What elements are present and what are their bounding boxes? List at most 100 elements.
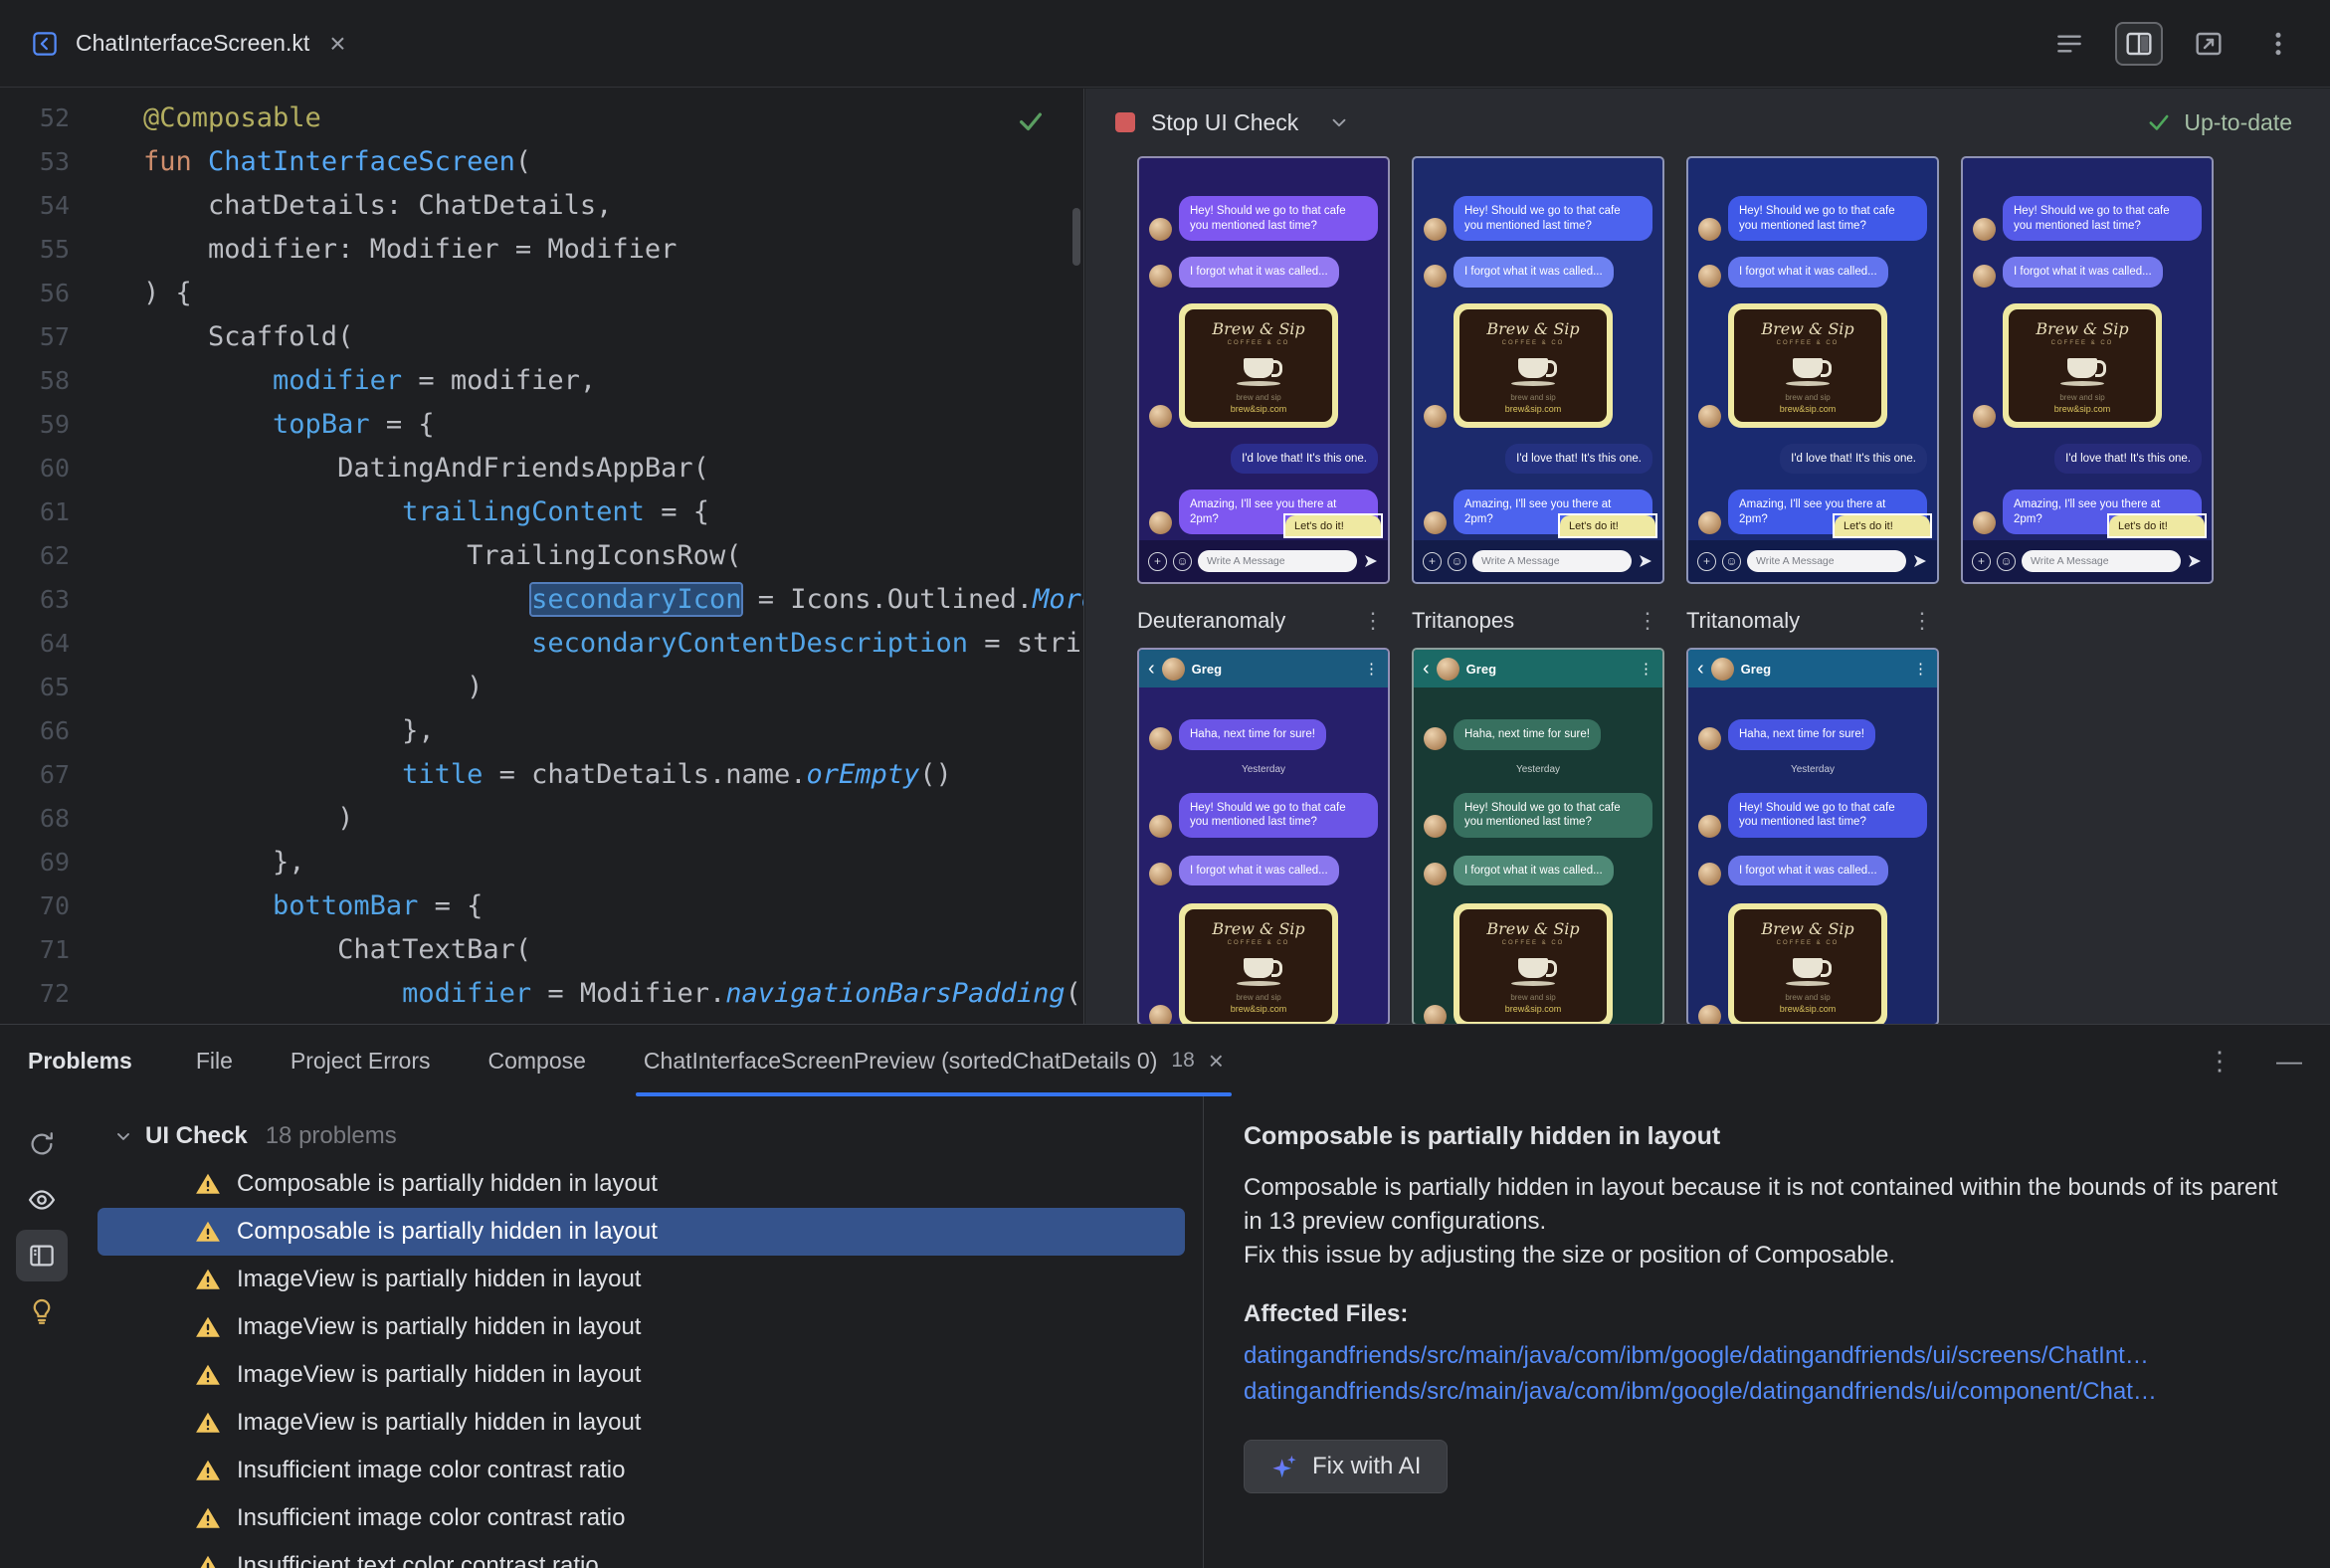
preview-phone[interactable]: ‹ Greg ⋮ Haha, next time for sure! Yesterday… [1686,648,1939,1024]
inspection-ok-icon[interactable] [1016,106,1046,141]
avatar [1436,657,1459,681]
editor-scrollbar[interactable] [1072,208,1080,266]
message-row: Brew & Sip COFFEE & CO brew and sip brew&si… [1698,302,1927,428]
phone-menu-icon[interactable]: ⋮ [1913,660,1928,678]
send-icon[interactable] [1912,553,1928,569]
preview-phone[interactable]: Hey! Should we go to that cafe you menti… [1961,156,2214,584]
message-input[interactable]: Write A Message [1472,550,1632,572]
affected-file-link[interactable]: datingandfriends/src/main/java/com/ibm/g… [1244,1374,2290,1410]
message-input[interactable]: Write A Message [1198,550,1357,572]
phone-menu-icon[interactable]: ⋮ [1639,660,1653,678]
card-link[interactable]: brew&sip.com [1231,1004,1287,1014]
card-link[interactable]: brew&sip.com [2054,404,2111,414]
code-token: Scaffold( [143,321,354,352]
editor-tab[interactable]: ChatInterfaceScreen.kt × [0,0,376,87]
refresh-icon[interactable] [16,1118,68,1170]
problem-item[interactable]: Insufficient text color contrast ratio [97,1542,1185,1568]
problems-tab[interactable]: File [196,1025,233,1096]
show-details-panel-icon[interactable] [16,1230,68,1281]
brand-tagline: COFFEE & CO [1501,940,1565,946]
preview-phone[interactable]: ‹ Greg ⋮ Haha, next time for sure! Yesterday… [1412,648,1664,1024]
code-token: navigationBarsPadding [725,978,1066,1009]
problems-tab[interactable]: ChatInterfaceScreenPreview (sortedChatDe… [635,1025,1232,1096]
code-text: }, [70,841,305,884]
send-icon[interactable] [2187,553,2203,569]
chat-bubble: Haha, next time for sure! [1454,719,1601,750]
problem-group-header[interactable]: UI Check 18 problems [84,1112,1203,1160]
problem-item[interactable]: Insufficient image color contrast ratio [97,1447,1185,1494]
problems-tab[interactable]: Compose [487,1025,585,1096]
message-row: I'd love that! It's this one. [1973,443,2202,474]
card-link[interactable]: brew&sip.com [1780,1004,1837,1014]
emoji-icon[interactable]: ☺ [1997,551,2016,571]
attach-icon[interactable]: + [1423,551,1442,571]
problem-item[interactable]: Composable is partially hidden in layout [97,1208,1185,1256]
code-editor[interactable]: 52 @Composable 53 fun ChatInterfaceScreen(5… [0,89,1084,1024]
problem-item[interactable]: ImageView is partially hidden in layout [97,1351,1185,1399]
line-number: 54 [39,191,70,220]
preview-phone[interactable]: Hey! Should we go to that cafe you menti… [1412,156,1664,584]
back-icon[interactable]: ‹ [1697,659,1704,679]
avatar [1424,218,1447,241]
code-text: ) [70,797,353,841]
message-input[interactable]: Write A Message [2022,550,2181,572]
emoji-icon[interactable]: ☺ [1722,551,1741,571]
problem-item[interactable]: ImageView is partially hidden in layout [97,1303,1185,1351]
stop-ui-check-button[interactable]: Stop UI Check [1151,109,1298,136]
problem-item[interactable]: ImageView is partially hidden in layout [97,1256,1185,1303]
emoji-icon[interactable]: ☺ [1173,551,1192,571]
preview-problems-icon[interactable] [16,1174,68,1226]
phone-menu-icon[interactable]: ⋮ [1364,660,1379,678]
toolwindow-title[interactable]: Problems [28,1048,132,1075]
affected-file-link[interactable]: datingandfriends/src/main/java/com/ibm/g… [1244,1338,2290,1374]
attach-icon[interactable]: + [1972,551,1991,571]
tab-label: File [195,1047,233,1074]
card-caption: brew and sip [1510,392,1556,402]
stop-icon[interactable] [1115,112,1135,132]
send-icon[interactable] [1363,553,1379,569]
attach-icon[interactable]: + [1697,551,1716,571]
card-link[interactable]: brew&sip.com [1505,404,1562,414]
variant-menu-icon[interactable]: ⋮ [1362,608,1390,634]
back-icon[interactable]: ‹ [1423,659,1430,679]
minimize-icon[interactable]: — [2276,1046,2302,1077]
message-row: Brew & Sip COFFEE & CO brew and sip brew&si… [1424,302,1652,428]
variant-menu-icon[interactable]: ⋮ [1637,608,1664,634]
variant-menu-icon[interactable]: ⋮ [1911,608,1939,634]
card-link[interactable]: brew&sip.com [1505,1004,1562,1014]
chevron-down-icon[interactable] [1328,111,1350,133]
problem-item[interactable]: Composable is partially hidden in layout [97,1160,1185,1208]
quick-fix-bulb-icon[interactable] [16,1285,68,1337]
problem-item[interactable]: Insufficient image color contrast ratio [97,1494,1185,1542]
split-editor-icon[interactable] [2115,21,2163,66]
message-row: Brew & Sip COFFEE & CO brew and sip brew&si… [1973,302,2202,428]
editor-preview-layout-icon[interactable] [2185,22,2233,66]
more-options-icon[interactable] [2254,22,2302,66]
emoji-icon[interactable]: ☺ [1448,551,1466,571]
tabbar-more-icon[interactable]: ⋮ [2207,1046,2233,1077]
preview-phone[interactable]: Hey! Should we go to that cafe you menti… [1137,156,1390,584]
fix-with-ai-button[interactable]: Fix with AI [1244,1440,1449,1493]
back-icon[interactable]: ‹ [1148,659,1155,679]
preview-phone[interactable]: ‹ Greg ⋮ Haha, next time for sure! Yesterday… [1137,648,1390,1024]
card-link[interactable]: brew&sip.com [1231,404,1287,414]
tab-close-icon[interactable]: × [329,29,345,58]
code-line: 70 bottomBar = { [0,884,1083,928]
preview-phone[interactable]: Hey! Should we go to that cafe you menti… [1686,156,1939,584]
send-icon[interactable] [1638,553,1653,569]
tab-badge: 18 [1171,1049,1195,1072]
avatar [1149,511,1172,534]
structure-view-icon[interactable] [2045,22,2093,66]
card-link[interactable]: brew&sip.com [1780,404,1837,414]
line-number: 53 [39,147,70,176]
avatar [1710,657,1734,681]
chevron-down-icon[interactable] [113,1126,133,1146]
problems-tab[interactable]: Project Errors [291,1025,431,1096]
code-token: fun [143,146,209,177]
chat-bubble: I'd love that! It's this one. [1780,443,1927,474]
attach-icon[interactable]: + [1148,551,1167,571]
tab-close-icon[interactable]: × [1209,1048,1224,1074]
message-input[interactable]: Write A Message [1747,550,1906,572]
problem-item[interactable]: ImageView is partially hidden in layout [97,1399,1185,1447]
